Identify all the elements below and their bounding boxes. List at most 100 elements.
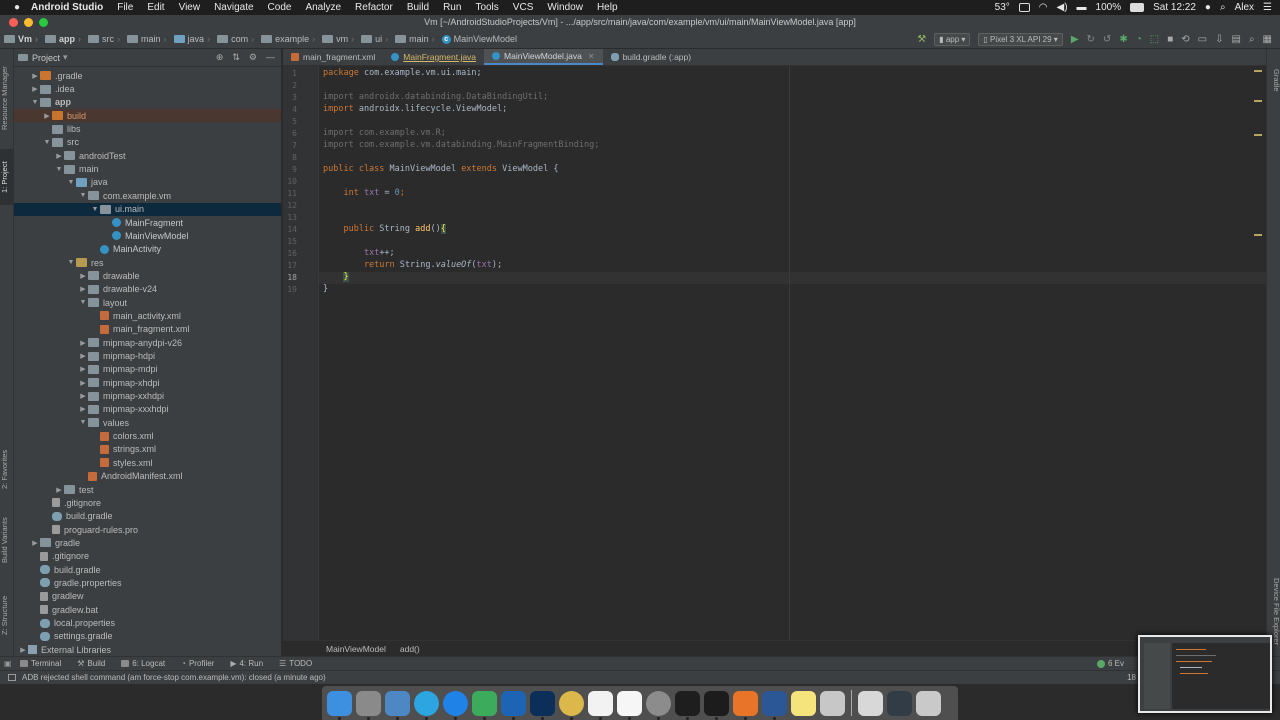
line-number[interactable]: 5	[283, 117, 297, 126]
tree-item[interactable]: ▼ src	[14, 136, 281, 149]
collapsed-arrow-icon[interactable]: ▶	[78, 392, 88, 400]
expanded-arrow-icon[interactable]: ▼	[78, 299, 88, 306]
expanded-arrow-icon[interactable]: ▼	[30, 99, 40, 106]
tree-item[interactable]: strings.xml	[14, 443, 281, 456]
collapsed-arrow-icon[interactable]: ▶	[54, 486, 64, 494]
code-line[interactable]: import com.example.vm.databinding.MainFr…	[323, 140, 599, 152]
tree-item[interactable]: proguard-rules.pro	[14, 523, 281, 536]
line-number[interactable]: 3	[283, 93, 297, 102]
error-stripe-marker[interactable]	[1254, 134, 1262, 136]
error-stripe-marker[interactable]	[1254, 100, 1262, 102]
tree-item[interactable]: ▶ .gradle	[14, 69, 281, 82]
nav-crumb-src[interactable]: src ›	[84, 34, 123, 44]
caret-position[interactable]: 18	[1127, 673, 1136, 682]
terminal-tab[interactable]: Terminal	[12, 659, 69, 668]
tree-item[interactable]: MainFragment	[14, 216, 281, 229]
tree-item[interactable]: .gitignore	[14, 550, 281, 563]
nav-crumb-project[interactable]: Vm ›	[0, 34, 41, 44]
make-project-icon[interactable]: ⚒	[917, 34, 926, 45]
dock-system-preferences-icon[interactable]	[646, 690, 671, 720]
profiler-tab[interactable]: ◔ Profiler	[173, 659, 222, 668]
collapsed-arrow-icon[interactable]: ▶	[78, 352, 88, 360]
line-number[interactable]: 8	[283, 153, 297, 162]
code-line[interactable]: import androidx.databinding.DataBindingU…	[323, 92, 548, 104]
menu-edit[interactable]: Edit	[140, 2, 171, 13]
tree-item[interactable]: ▶ drawable	[14, 269, 281, 282]
collapsed-arrow-icon[interactable]: ▶	[42, 112, 52, 120]
tree-item[interactable]: ▶ build	[14, 109, 281, 123]
code-line[interactable]: }	[323, 284, 328, 296]
tree-item[interactable]: ▶ .idea	[14, 82, 281, 95]
tree-item[interactable]: gradlew	[14, 590, 281, 603]
attach-debugger-icon[interactable]: ⬚	[1150, 34, 1159, 45]
collapsed-arrow-icon[interactable]: ▶	[78, 379, 88, 387]
tree-item[interactable]: build.gradle	[14, 563, 281, 576]
run-config-select[interactable]: ▮ app ▾	[934, 33, 971, 46]
dock-terminal-icon[interactable]	[704, 690, 729, 720]
gear-icon[interactable]: ⚙	[249, 52, 257, 63]
close-window-button[interactable]	[9, 18, 18, 27]
logcat-tab[interactable]: 6: Logcat	[113, 659, 173, 668]
dock-activity-monitor-icon[interactable]	[675, 690, 700, 720]
menu-analyze[interactable]: Analyze	[298, 2, 348, 13]
tree-item[interactable]: ▶ test	[14, 483, 281, 496]
hide-panel-icon[interactable]: —	[266, 52, 275, 63]
dock-vlc-icon[interactable]	[733, 690, 758, 720]
spotlight-icon[interactable]: ⌕	[1220, 2, 1226, 13]
volume-icon[interactable]: ◀)	[1057, 2, 1068, 13]
dock-finder-window-icon[interactable]	[858, 690, 883, 716]
battery-percent[interactable]: 100%	[1096, 2, 1122, 13]
nav-crumb-ui[interactable]: ui ›	[357, 34, 391, 44]
menu-tools[interactable]: Tools	[468, 2, 505, 13]
tree-item[interactable]: .gitignore	[14, 496, 281, 509]
wifi-icon[interactable]: ◠	[1039, 2, 1048, 13]
device-select[interactable]: ▯ Pixel 3 XL API 29 ▾	[978, 33, 1063, 46]
menu-refactor[interactable]: Refactor	[348, 2, 400, 13]
event-log-icon[interactable]: ▦	[1263, 34, 1272, 45]
tree-item[interactable]: MainViewModel	[14, 229, 281, 242]
code-line[interactable]: public String add(){	[323, 224, 446, 236]
tree-item[interactable]: ▼ res	[14, 256, 281, 269]
menu-window[interactable]: Window	[540, 2, 590, 13]
build-tab[interactable]: ⚒ Build	[69, 659, 113, 668]
menu-code[interactable]: Code	[261, 2, 299, 13]
battery-icon[interactable]	[1130, 3, 1145, 12]
search-everywhere-icon[interactable]: ⌕	[1249, 34, 1255, 45]
code-line[interactable]: }	[323, 272, 349, 284]
tree-item[interactable]: ▼ main	[14, 162, 281, 175]
minimize-window-button[interactable]	[24, 18, 33, 27]
nav-crumb-class[interactable]: c MainViewModel	[438, 34, 520, 44]
dock-calendar-icon[interactable]	[617, 690, 642, 720]
dock-launchpad-icon[interactable]	[356, 690, 381, 720]
tree-item[interactable]: ▶ External Libraries	[14, 643, 281, 656]
chevron-down-icon[interactable]: ▾	[63, 52, 68, 63]
tree-item[interactable]: ▶ mipmap-xhdpi	[14, 376, 281, 389]
line-number[interactable]: 19	[283, 285, 297, 294]
code-line[interactable]: import androidx.lifecycle.ViewModel;	[323, 104, 507, 116]
expanded-arrow-icon[interactable]: ▼	[66, 259, 76, 266]
tool-windows-icon[interactable]: ▣	[0, 659, 12, 668]
tree-item[interactable]: ▶ gradle	[14, 536, 281, 549]
tree-item[interactable]: settings.gradle	[14, 630, 281, 643]
error-stripe-marker[interactable]	[1254, 70, 1262, 72]
tree-item[interactable]: ▼ layout	[14, 296, 281, 309]
expanded-arrow-icon[interactable]: ▼	[42, 139, 52, 146]
profile-icon[interactable]: ◔	[1136, 34, 1142, 45]
dock-chrome-icon[interactable]	[559, 690, 584, 720]
avd-manager-icon[interactable]: ▭	[1198, 34, 1207, 45]
line-number[interactable]: 14	[283, 225, 297, 234]
dock-telegram-icon[interactable]	[414, 690, 439, 720]
dock-preview-icon[interactable]	[385, 690, 410, 720]
status-message[interactable]: ADB rejected shell command (am force-sto…	[22, 673, 326, 682]
code-line[interactable]: import com.example.vm.R;	[323, 128, 446, 140]
tree-item[interactable]: ▶ mipmap-anydpi-v26	[14, 336, 281, 349]
user-name[interactable]: Alex	[1235, 2, 1254, 13]
error-stripe-marker[interactable]	[1254, 234, 1262, 236]
stop-icon[interactable]: ■	[1167, 34, 1173, 45]
tree-item[interactable]: styles.xml	[14, 456, 281, 469]
collapsed-arrow-icon[interactable]: ▶	[78, 272, 88, 280]
collapsed-arrow-icon[interactable]: ▶	[18, 646, 28, 654]
notification-center-icon[interactable]: ☰	[1263, 2, 1272, 13]
siri-icon[interactable]: ●	[1205, 2, 1211, 13]
menu-build[interactable]: Build	[400, 2, 436, 13]
